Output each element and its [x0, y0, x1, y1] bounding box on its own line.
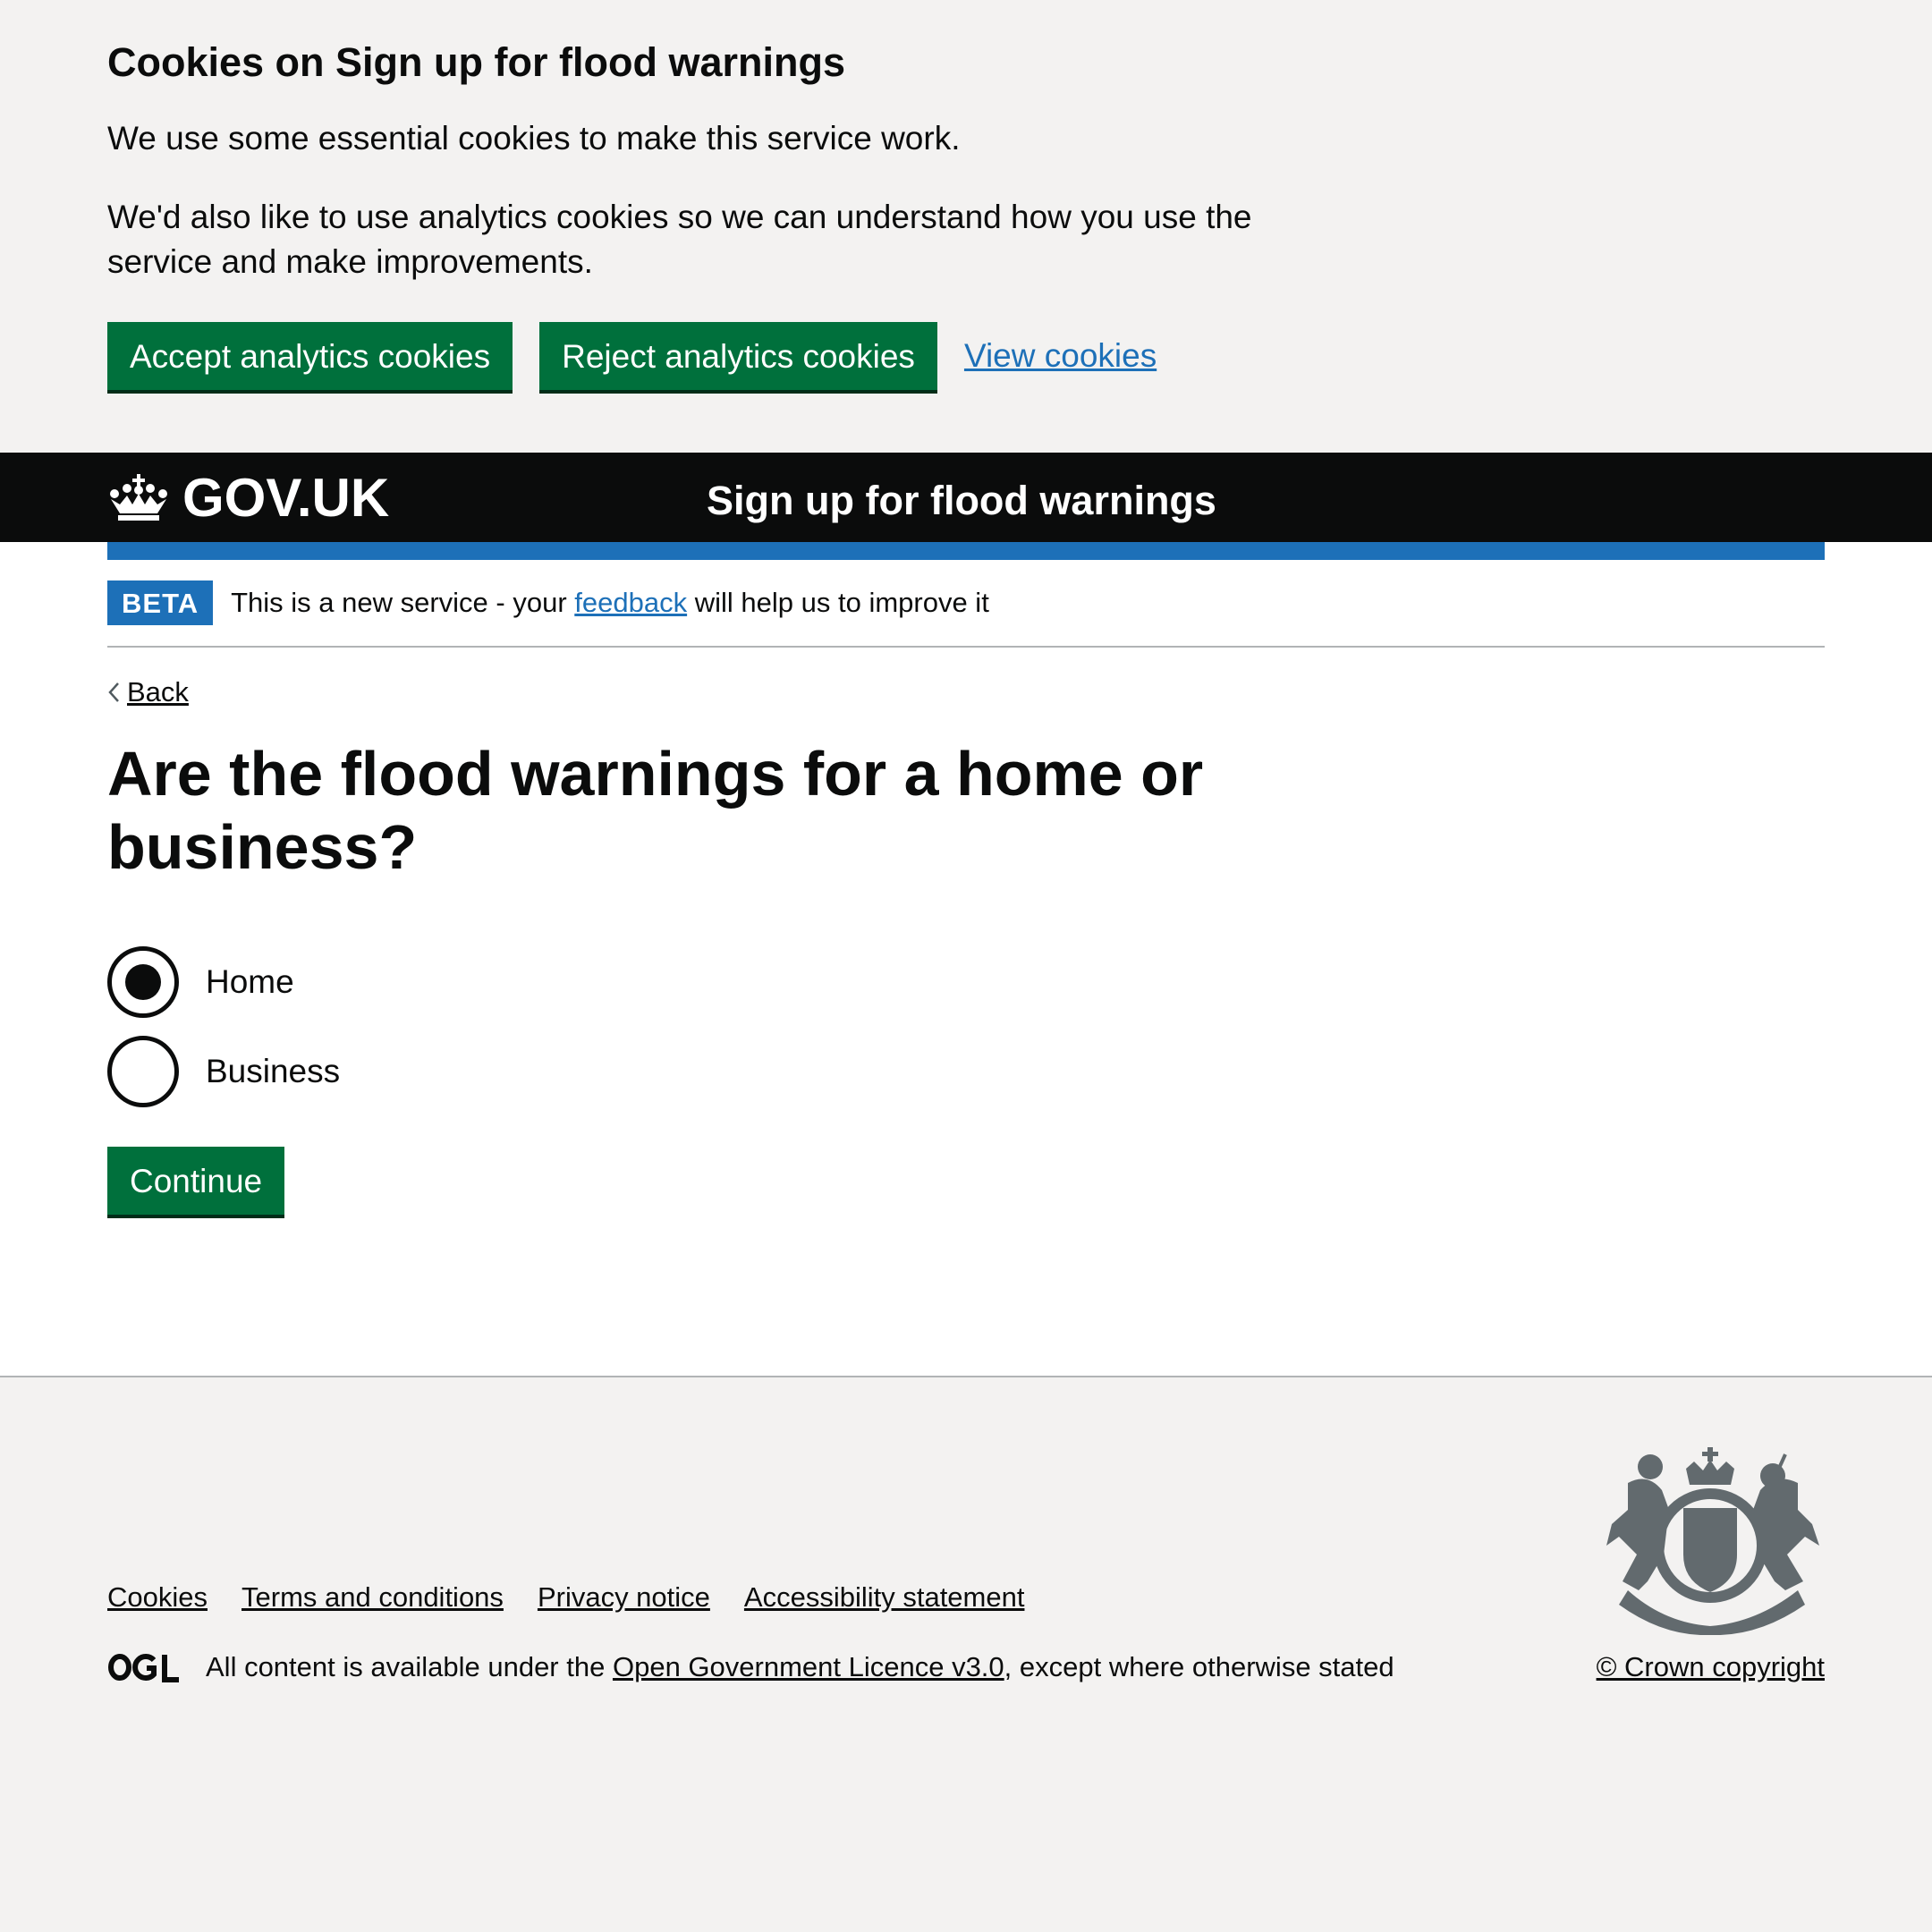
feedback-link[interactable]: feedback: [574, 587, 687, 618]
radio-button-home[interactable]: [107, 946, 179, 1018]
licence-text-after: , except where otherwise stated: [1004, 1651, 1394, 1682]
radio-option-home[interactable]: Home: [107, 946, 1825, 1018]
footer-link-cookies[interactable]: Cookies: [107, 1581, 208, 1614]
header-blue-bar: [107, 542, 1825, 560]
phase-banner: BETA This is a new service - your feedba…: [107, 560, 1825, 648]
footer-link-terms[interactable]: Terms and conditions: [242, 1581, 504, 1614]
site-header: GOV.UK Sign up for flood warnings: [0, 453, 1932, 542]
view-cookies-link[interactable]: View cookies: [964, 337, 1157, 375]
continue-button[interactable]: Continue: [107, 1147, 285, 1215]
radio-label-home[interactable]: Home: [206, 963, 294, 1001]
footer-link-accessibility[interactable]: Accessibility statement: [744, 1581, 1025, 1614]
back-link-container[interactable]: Back: [107, 674, 1825, 710]
back-link[interactable]: Back: [127, 676, 189, 708]
radio-group: Home Business: [107, 946, 1825, 1107]
reject-cookies-button[interactable]: Reject analytics cookies: [539, 322, 937, 390]
govuk-logo-link[interactable]: GOV.UK: [107, 468, 389, 528]
service-name-link[interactable]: Sign up for flood warnings: [707, 474, 1216, 528]
phase-banner-text: This is a new service - your feedback wi…: [231, 587, 989, 619]
cookie-banner: Cookies on Sign up for flood warnings We…: [0, 0, 1932, 453]
phase-text-before: This is a new service - your: [231, 587, 567, 618]
ogl-logo-icon: [108, 1654, 179, 1682]
crown-icon: [110, 474, 167, 521]
radio-button-business[interactable]: [107, 1036, 179, 1107]
logo-text: GOV.UK: [182, 467, 390, 528]
chevron-left-icon: [108, 682, 119, 702]
footer-link-privacy[interactable]: Privacy notice: [538, 1581, 710, 1614]
site-footer: Cookies Terms and conditions Privacy not…: [0, 1376, 1932, 1932]
cookie-banner-heading: Cookies on Sign up for flood warnings: [107, 39, 845, 85]
licence-text-before: All content is available under the: [206, 1651, 606, 1682]
cookie-banner-text-analytics: We'd also like to use analytics cookies …: [107, 199, 1252, 280]
crown-copyright-link[interactable]: © Crown copyright: [1597, 1651, 1825, 1683]
radio-option-business[interactable]: Business: [107, 1036, 1825, 1107]
cookie-banner-text: We use some essential cookies to make th…: [107, 120, 961, 157]
page-title: Are the flood warnings for a home or bus…: [107, 739, 1204, 882]
accept-cookies-button[interactable]: Accept analytics cookies: [107, 322, 513, 390]
phase-text-after: will help us to improve it: [694, 587, 989, 618]
beta-tag: BETA: [107, 580, 214, 625]
royal-coat-of-arms-icon: [1606, 1447, 1819, 1635]
footer-links: Cookies Terms and conditions Privacy not…: [107, 1581, 1058, 1614]
licence-link[interactable]: Open Government Licence v3.0: [613, 1651, 1004, 1683]
footer-licence: All content is available under the Open …: [107, 1651, 1394, 1683]
radio-label-business[interactable]: Business: [206, 1053, 340, 1090]
